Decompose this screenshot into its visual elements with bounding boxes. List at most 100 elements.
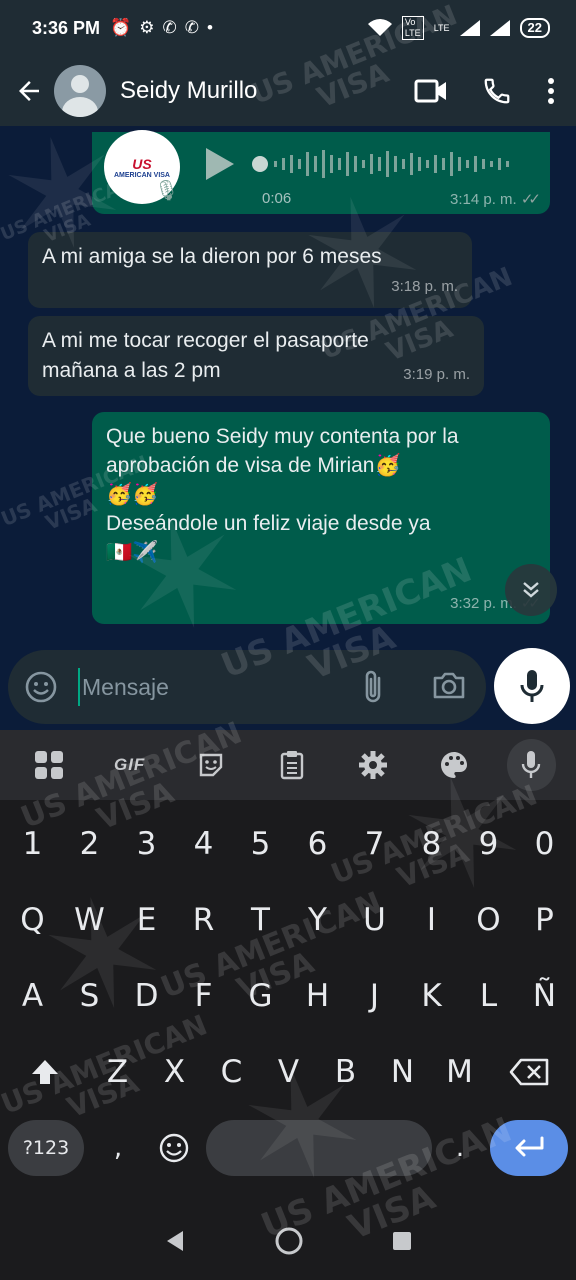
key-x[interactable]: X <box>146 1044 203 1100</box>
symbols-key[interactable]: ?123 <box>8 1120 84 1176</box>
message-input[interactable] <box>82 666 342 708</box>
avatar[interactable] <box>54 65 106 117</box>
key-d[interactable]: D <box>118 968 175 1024</box>
key-6[interactable]: 6 <box>289 816 346 872</box>
key-r[interactable]: R <box>175 892 232 948</box>
lte-label: LTE <box>433 23 450 33</box>
read-ticks-icon: ✓✓ <box>520 191 541 208</box>
key-u[interactable]: U <box>346 892 403 948</box>
key-5[interactable]: 5 <box>232 816 289 872</box>
key-h[interactable]: H <box>289 968 346 1024</box>
key-z[interactable]: Z <box>89 1044 146 1100</box>
theme-palette-icon[interactable] <box>425 735 482 795</box>
back-triangle-icon[interactable] <box>163 1229 187 1253</box>
key-i[interactable]: I <box>403 892 460 948</box>
palette-icon <box>441 752 468 778</box>
key-3[interactable]: 3 <box>118 816 175 872</box>
key-e[interactable]: E <box>118 892 175 948</box>
key-b[interactable]: B <box>317 1044 374 1100</box>
message-bubble-incoming[interactable]: A mi me tocar recoger el pasaporte mañan… <box>28 316 484 396</box>
comma-key[interactable]: , <box>90 1120 146 1176</box>
number-row: 1 2 3 4 5 6 7 8 9 0 <box>0 816 576 872</box>
chat-area[interactable]: US AMERICAN VISA 🎙 0:06 3:14 p. m. ✓✓ A … <box>0 126 576 736</box>
keyboard-bottom-row: ?123 , . <box>0 1120 576 1176</box>
key-t[interactable]: T <box>232 892 289 948</box>
chevron-double-down-icon <box>523 582 539 598</box>
key-g[interactable]: G <box>232 968 289 1024</box>
microphone-icon <box>522 751 541 778</box>
microphone-icon <box>520 670 544 702</box>
key-a[interactable]: A <box>4 968 61 1024</box>
chat-header: Seidy Murillo <box>0 56 576 126</box>
message-time: 3:14 p. m. ✓✓ <box>449 191 541 208</box>
key-0[interactable]: 0 <box>516 816 573 872</box>
key-9[interactable]: 9 <box>460 816 517 872</box>
play-icon[interactable] <box>206 148 234 180</box>
keyboard: GIF 1 2 3 4 5 6 7 8 9 0 Q W E R T Y U I … <box>0 730 576 1202</box>
mic-mini-icon: 🎙 <box>154 180 180 202</box>
dot-icon: • <box>206 18 213 37</box>
emoji-key[interactable] <box>146 1120 202 1176</box>
message-text: Que bueno Seidy muy contenta por la apro… <box>106 425 459 564</box>
key-o[interactable]: O <box>460 892 517 948</box>
attach-icon[interactable] <box>360 668 386 706</box>
status-time: 3:36 PM <box>32 17 101 38</box>
space-key[interactable] <box>206 1120 432 1176</box>
key-q[interactable]: Q <box>4 892 61 948</box>
letter-row-2: A S D F G H J K L Ñ <box>0 968 576 1024</box>
apps-grid-icon[interactable] <box>20 735 77 795</box>
recents-square-icon[interactable] <box>391 1230 413 1252</box>
settings-icon[interactable] <box>344 735 401 795</box>
signal-icon <box>459 20 480 36</box>
backspace-key[interactable] <box>500 1044 557 1100</box>
sticker-glyph-icon <box>199 753 222 777</box>
voice-note-bubble[interactable]: US AMERICAN VISA 🎙 0:06 3:14 p. m. ✓✓ <box>92 130 550 214</box>
status-bar: 3:36 PM ⏰ ⚙ ✆ ✆ • Vo LTE LTE 22 <box>0 0 576 56</box>
message-bubble-incoming[interactable]: A mi amiga se la dieron por 6 meses 3:18… <box>28 232 472 308</box>
enter-key[interactable] <box>490 1120 568 1176</box>
key-8[interactable]: 8 <box>403 816 460 872</box>
period-key[interactable]: . <box>432 1120 488 1176</box>
key-enye[interactable]: Ñ <box>516 968 573 1024</box>
home-circle-icon[interactable] <box>274 1226 304 1256</box>
key-l[interactable]: L <box>460 968 517 1024</box>
key-n[interactable]: N <box>374 1044 431 1100</box>
audio-waveform[interactable] <box>252 146 522 182</box>
key-v[interactable]: V <box>260 1044 317 1100</box>
keyboard-toolbar: GIF <box>0 730 576 800</box>
emoji-icon[interactable] <box>24 670 58 704</box>
message-bubble-outgoing[interactable]: Que bueno Seidy muy contenta por la apro… <box>92 412 550 624</box>
keyboard-voice-input[interactable] <box>506 739 557 791</box>
key-k[interactable]: K <box>403 968 460 1024</box>
voice-record-button[interactable] <box>494 648 570 724</box>
key-p[interactable]: P <box>516 892 573 948</box>
contact-name[interactable]: Seidy Murillo <box>120 77 414 105</box>
key-7[interactable]: 7 <box>346 816 403 872</box>
scroll-to-bottom-button[interactable] <box>505 564 557 616</box>
key-4[interactable]: 4 <box>175 816 232 872</box>
key-c[interactable]: C <box>203 1044 260 1100</box>
clipboard-icon[interactable] <box>263 735 320 795</box>
key-s[interactable]: S <box>61 968 118 1024</box>
volte-icon: Vo LTE <box>401 16 424 40</box>
backspace-icon <box>509 1058 548 1086</box>
more-vertical-icon[interactable] <box>546 76 556 106</box>
key-f[interactable]: F <box>175 968 232 1024</box>
notification-icons: ⏰ ⚙ ✆ ✆ • <box>110 18 213 38</box>
video-call-icon[interactable] <box>414 78 448 104</box>
phone-icon[interactable] <box>482 76 512 106</box>
camera-icon[interactable] <box>432 670 466 700</box>
key-1[interactable]: 1 <box>4 816 61 872</box>
back-arrow-icon[interactable] <box>14 76 44 106</box>
alarm-icon: ⏰ <box>110 18 132 37</box>
whatsapp-icon: ✆ <box>184 18 199 37</box>
key-j[interactable]: J <box>346 968 403 1024</box>
key-m[interactable]: M <box>431 1044 488 1100</box>
key-w[interactable]: W <box>61 892 118 948</box>
shift-key[interactable] <box>16 1044 73 1100</box>
key-y[interactable]: Y <box>289 892 346 948</box>
sticker-icon[interactable] <box>182 735 239 795</box>
key-2[interactable]: 2 <box>61 816 118 872</box>
status-right: Vo LTE LTE 22 <box>367 16 550 40</box>
gif-button[interactable]: GIF <box>101 735 158 795</box>
